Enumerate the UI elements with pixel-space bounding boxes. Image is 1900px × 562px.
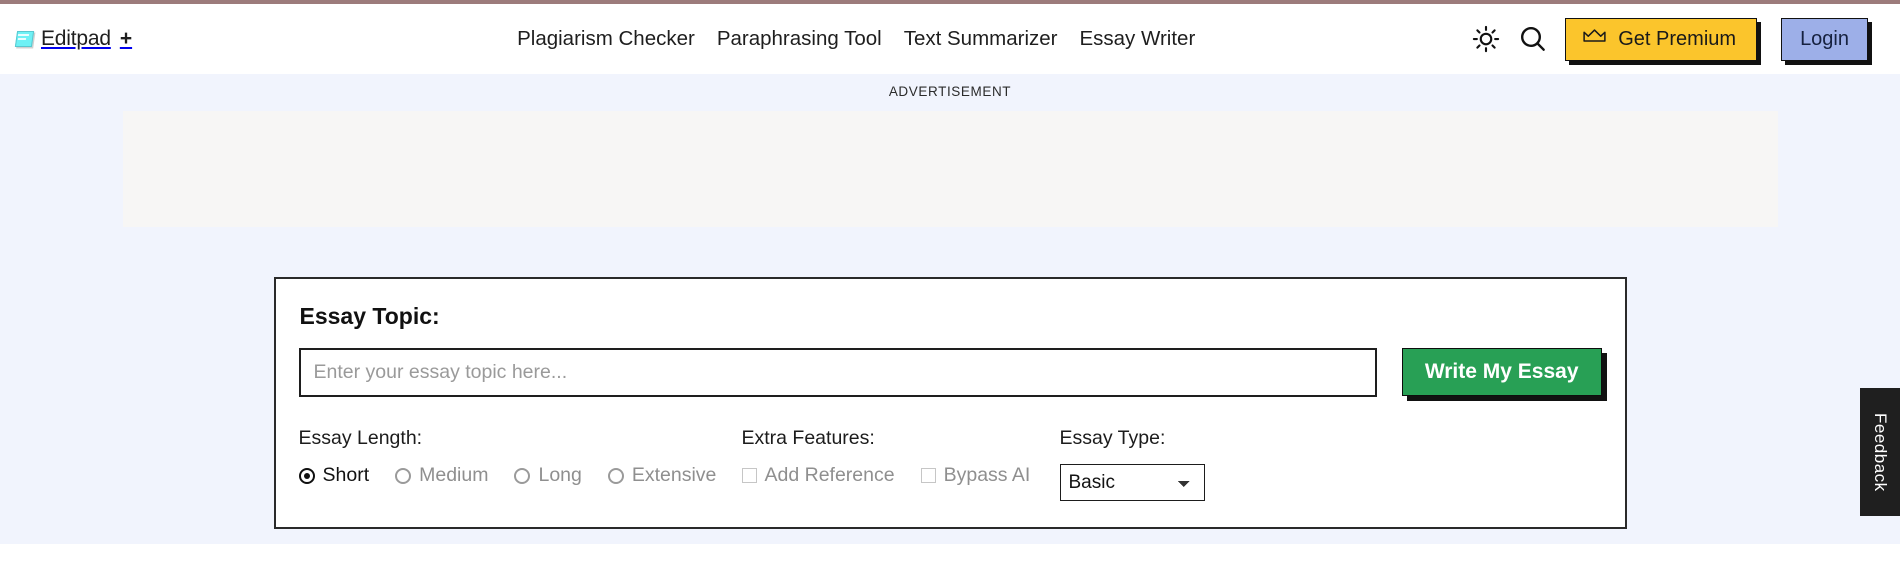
checkbox-indicator-add-reference (741, 468, 757, 483)
brand-plus: + (119, 27, 133, 50)
essay-writer-section: Essay Topic: Write My Essay Essay Length… (0, 277, 1900, 529)
write-my-essay-button[interactable]: Write My Essay (1401, 348, 1602, 396)
radio-option-extensive[interactable]: Extensive (607, 464, 717, 487)
site-header: Editpad + Plagiarism Checker Paraphrasin… (0, 4, 1900, 74)
essay-type-group: Essay Type: Basic (1059, 427, 1205, 501)
feedback-tab[interactable]: Feedback (1860, 388, 1900, 516)
sun-icon[interactable] (1471, 24, 1501, 54)
extra-features-group: Extra Features: Add Reference Bypass AI (741, 427, 1060, 487)
login-button[interactable]: Login (1781, 17, 1868, 61)
extra-features-label: Extra Features: (741, 427, 875, 449)
get-premium-button[interactable]: Get Premium (1565, 17, 1758, 61)
essay-length-label: Essay Length: (298, 427, 423, 449)
feedback-label: Feedback (1871, 412, 1890, 492)
radio-label-short: Short (322, 464, 370, 486)
checkbox-label-add-reference: Add Reference (764, 464, 895, 486)
page-bottom-strip (0, 544, 1900, 562)
advertisement-label: ADVERTISEMENT (888, 84, 1012, 99)
checkbox-indicator-bypass-ai (920, 468, 936, 483)
topic-input-row: Write My Essay (298, 348, 1602, 397)
essay-options-row: Essay Length: Short Medium Long Extensiv… (298, 427, 1602, 501)
search-icon[interactable] (1517, 23, 1549, 55)
main-nav: Plagiarism Checker Paraphrasing Tool Tex… (517, 27, 1195, 51)
checkbox-option-bypass-ai[interactable]: Bypass AI (920, 464, 1031, 487)
checkbox-label-bypass-ai: Bypass AI (943, 464, 1031, 486)
radio-option-short[interactable]: Short (298, 464, 370, 487)
radio-indicator-short (298, 467, 315, 484)
radio-indicator-extensive (607, 467, 624, 484)
advertisement-slot (122, 111, 1778, 227)
page-title: Essay Topic: (299, 303, 440, 329)
notepad-icon (14, 29, 36, 49)
radio-indicator-medium (395, 467, 412, 484)
crown-icon (1582, 28, 1607, 51)
radio-option-long[interactable]: Long (514, 464, 582, 487)
essay-form-panel: Essay Topic: Write My Essay Essay Length… (273, 277, 1627, 529)
radio-option-medium[interactable]: Medium (395, 464, 488, 487)
essay-type-label: Essay Type: (1059, 427, 1166, 449)
radio-label-medium: Medium (419, 464, 489, 486)
brand-name: Editpad (41, 27, 111, 50)
brand-logo-link[interactable]: Editpad + (14, 27, 132, 51)
radio-label-extensive: Extensive (631, 464, 717, 486)
nav-item-plagiarism-checker[interactable]: Plagiarism Checker (517, 27, 695, 51)
radio-indicator-long (514, 467, 531, 484)
checkbox-option-add-reference[interactable]: Add Reference (741, 464, 895, 487)
essay-topic-input[interactable] (298, 348, 1377, 397)
essay-type-select[interactable]: Basic (1059, 464, 1205, 501)
radio-label-long: Long (538, 464, 582, 486)
essay-length-group: Essay Length: Short Medium Long Extensiv… (298, 427, 742, 487)
nav-item-essay-writer[interactable]: Essay Writer (1079, 27, 1195, 51)
header-actions: Get Premium Login (1471, 17, 1878, 61)
get-premium-label: Get Premium (1618, 27, 1737, 50)
nav-item-paraphrasing-tool[interactable]: Paraphrasing Tool (717, 27, 882, 51)
advertisement-section: ADVERTISEMENT (0, 74, 1900, 227)
nav-item-text-summarizer[interactable]: Text Summarizer (904, 27, 1058, 51)
